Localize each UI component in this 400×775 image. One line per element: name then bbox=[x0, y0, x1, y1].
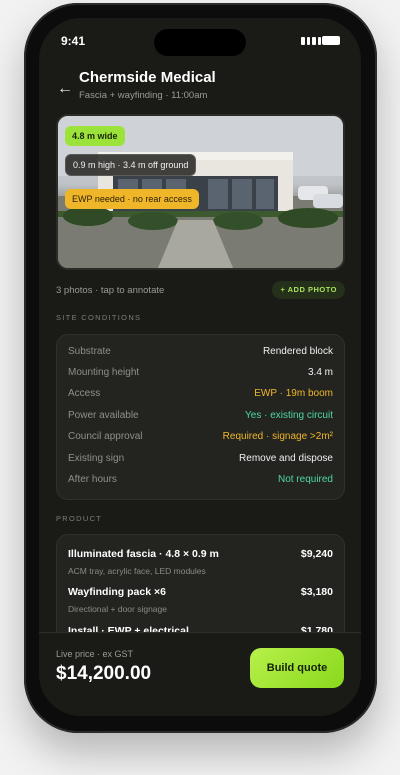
app-screen: 9:41 ← Chermside Medical Fascia + wayfin… bbox=[39, 18, 361, 716]
condition-key: Substrate bbox=[68, 346, 111, 357]
condition-value: Required · signage >2m² bbox=[222, 431, 333, 442]
condition-key: Power available bbox=[68, 410, 139, 421]
product-name: Wayfinding pack ×6 bbox=[68, 586, 166, 598]
status-bar: 9:41 bbox=[39, 18, 361, 64]
condition-key: Access bbox=[68, 388, 101, 399]
condition-key: After hours bbox=[68, 474, 117, 485]
battery-icon bbox=[322, 36, 340, 45]
condition-row: Mounting height 3.4 m bbox=[68, 367, 333, 383]
page-title: Chermside Medical bbox=[79, 69, 216, 86]
product-description: ACM tray, acrylic face, LED modules bbox=[68, 566, 206, 576]
condition-key: Mounting height bbox=[68, 367, 140, 378]
price-label: Live price · ex GST bbox=[56, 649, 134, 659]
page-header: ← Chermside Medical Fascia + wayfinding … bbox=[39, 66, 361, 116]
condition-value: Not required bbox=[277, 474, 333, 485]
build-quote-button[interactable]: Build quote bbox=[250, 648, 344, 688]
condition-key: Existing sign bbox=[68, 453, 125, 464]
condition-value: EWP · 19m boom bbox=[254, 388, 333, 399]
product-price: $9,240 bbox=[300, 548, 333, 560]
signal-icon bbox=[301, 37, 321, 45]
status-time: 9:41 bbox=[61, 34, 86, 48]
dimension-chip-width[interactable]: 4.8 m wide bbox=[65, 126, 125, 146]
condition-row: Council approval Required · signage >2m² bbox=[68, 431, 333, 447]
page-subtitle: Fascia + wayfinding · 11:00am bbox=[79, 90, 208, 101]
dimension-chip-height[interactable]: 0.9 m high · 3.4 m off ground bbox=[65, 154, 197, 176]
condition-value: Yes · existing circuit bbox=[245, 410, 333, 421]
product-label: PRODUCT bbox=[56, 514, 103, 523]
condition-key: Council approval bbox=[68, 431, 143, 442]
condition-row: Existing sign Remove and dispose bbox=[68, 453, 333, 469]
condition-row: Power available Yes · existing circuit bbox=[68, 410, 333, 426]
photo-meta-row: 3 photos · tap to annotate + ADD PHOTO bbox=[56, 281, 345, 301]
site-conditions-card: Substrate Rendered block Mounting height… bbox=[56, 334, 345, 500]
price-footer: Live price · ex GST $14,200.00 Build quo… bbox=[39, 632, 361, 716]
site-conditions-label: SITE CONDITIONS bbox=[56, 313, 142, 322]
price-value: $14,200.00 bbox=[56, 663, 152, 684]
product-description: Directional + door signage bbox=[68, 604, 167, 614]
dynamic-island bbox=[154, 29, 246, 56]
condition-row: Substrate Rendered block bbox=[68, 346, 333, 362]
back-arrow-icon[interactable]: ← bbox=[57, 80, 73, 98]
access-warning-chip[interactable]: EWP needed · no rear access bbox=[65, 189, 199, 209]
condition-value: Rendered block bbox=[262, 346, 333, 357]
condition-row: Access EWP · 19m boom bbox=[68, 388, 333, 404]
product-price: $3,180 bbox=[300, 586, 333, 598]
product-name: Illuminated fascia · 4.8 × 0.9 m bbox=[68, 548, 219, 560]
condition-row: After hours Not required bbox=[68, 474, 333, 490]
add-photo-button[interactable]: + ADD PHOTO bbox=[272, 281, 345, 299]
condition-value: Remove and dispose bbox=[239, 453, 333, 464]
photo-count-text: 3 photos · tap to annotate bbox=[56, 285, 165, 296]
site-photo[interactable]: 4.8 m wide 0.9 m high · 3.4 m off ground… bbox=[56, 114, 345, 270]
condition-value: 3.4 m bbox=[307, 367, 333, 378]
